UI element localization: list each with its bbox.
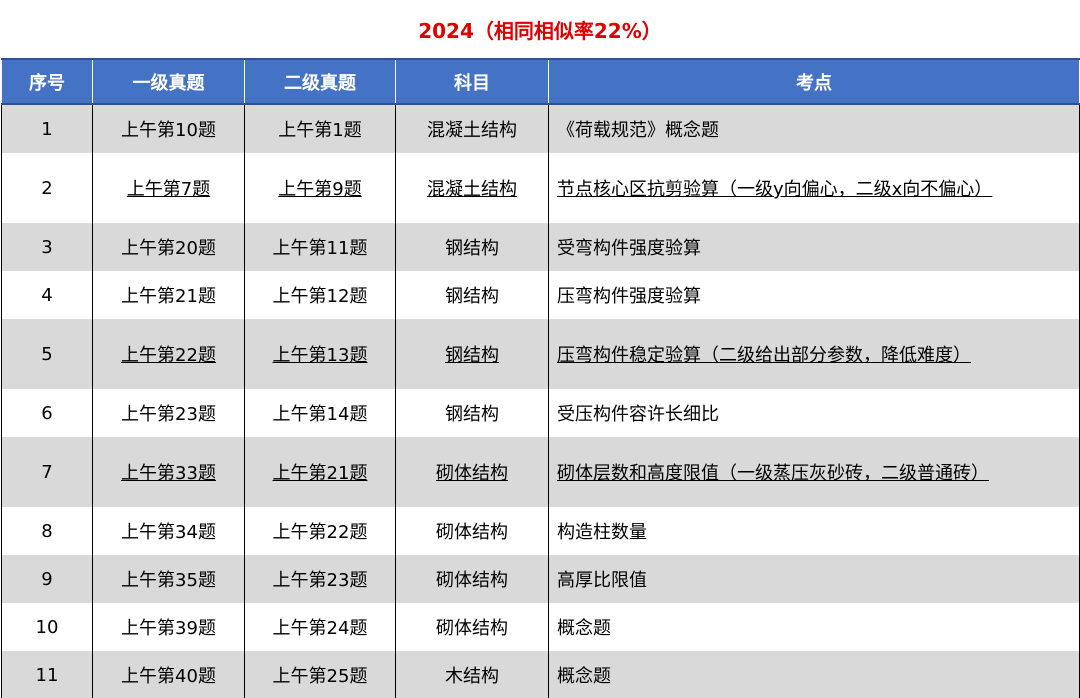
table-row: 11 上午第40题 上午第25题 木结构 概念题 <box>1 651 1080 698</box>
cell-level2: 上午第23题 <box>244 555 396 603</box>
cell-level2: 上午第24题 <box>244 603 396 651</box>
cell-level1: 上午第23题 <box>92 389 245 437</box>
cell-level2: 上午第13题 <box>244 319 396 389</box>
cell-no: 9 <box>1 555 93 603</box>
cell-no: 3 <box>1 223 93 271</box>
cell-no: 1 <box>1 104 93 153</box>
cell-point: 《荷载规范》概念题 <box>548 104 1080 153</box>
cell-no: 6 <box>1 389 93 437</box>
table-row: 7 上午第33题 上午第21题 砌体结构 砌体层数和高度限值（一级蒸压灰砂砖，二… <box>1 437 1080 507</box>
table-row: 8 上午第34题 上午第22题 砌体结构 构造柱数量 <box>1 507 1080 555</box>
cell-level2: 上午第22题 <box>244 507 396 555</box>
cell-no: 5 <box>1 319 93 389</box>
header-level2: 二级真题 <box>244 58 396 105</box>
cell-subject: 砌体结构 <box>395 437 549 507</box>
cell-point: 压弯构件稳定验算（二级给出部分参数，降低难度） <box>548 319 1080 389</box>
cell-level2: 上午第25题 <box>244 651 396 698</box>
cell-no: 2 <box>1 153 93 223</box>
table-row: 9 上午第35题 上午第23题 砌体结构 高厚比限值 <box>1 555 1080 603</box>
table-row: 10 上午第39题 上午第24题 砌体结构 概念题 <box>1 603 1080 651</box>
cell-no: 10 <box>1 603 93 651</box>
cell-subject: 木结构 <box>395 651 549 698</box>
header-level1: 一级真题 <box>92 58 245 105</box>
cell-no: 11 <box>1 651 93 698</box>
cell-level2: 上午第11题 <box>244 223 396 271</box>
header-point: 考点 <box>548 58 1080 105</box>
cell-level2: 上午第21题 <box>244 437 396 507</box>
cell-level1: 上午第40题 <box>92 651 245 698</box>
cell-subject: 混凝土结构 <box>395 104 549 153</box>
table-title: 2024（相同相似率22%） <box>418 19 662 43</box>
cell-point: 压弯构件强度验算 <box>548 271 1080 319</box>
cell-level1: 上午第7题 <box>92 153 245 223</box>
cell-level1: 上午第10题 <box>92 104 245 153</box>
cell-point: 概念题 <box>548 603 1080 651</box>
cell-level2: 上午第14题 <box>244 389 396 437</box>
cell-level2: 上午第9题 <box>244 153 396 223</box>
cell-point: 受压构件容许长细比 <box>548 389 1080 437</box>
table-row: 4 上午第21题 上午第12题 钢结构 压弯构件强度验算 <box>1 271 1080 319</box>
cell-level2: 上午第1题 <box>244 104 396 153</box>
table-row: 6 上午第23题 上午第14题 钢结构 受压构件容许长细比 <box>1 389 1080 437</box>
cell-subject: 钢结构 <box>395 319 549 389</box>
cell-point: 节点核心区抗剪验算（一级y向偏心，二级x向不偏心） <box>548 153 1080 223</box>
cell-subject: 砌体结构 <box>395 555 549 603</box>
cell-subject: 钢结构 <box>395 271 549 319</box>
cell-level1: 上午第22题 <box>92 319 245 389</box>
table-row: 5 上午第22题 上午第13题 钢结构 压弯构件稳定验算（二级给出部分参数，降低… <box>1 319 1080 389</box>
cell-subject: 钢结构 <box>395 389 549 437</box>
cell-subject: 砌体结构 <box>395 507 549 555</box>
comparison-table: 序号 一级真题 二级真题 科目 考点 1 上午第10题 上午第1题 混凝土结构 … <box>1 58 1080 698</box>
cell-point: 构造柱数量 <box>548 507 1080 555</box>
cell-level1: 上午第20题 <box>92 223 245 271</box>
header-row: 序号 一级真题 二级真题 科目 考点 <box>1 58 1080 105</box>
page: 2024（相同相似率22%） 序号 一级真题 二级真题 科目 考点 1 上午第1… <box>0 0 1080 698</box>
cell-point: 砌体层数和高度限值（一级蒸压灰砂砖，二级普通砖） <box>548 437 1080 507</box>
header-subject: 科目 <box>395 58 549 105</box>
cell-point: 高厚比限值 <box>548 555 1080 603</box>
table-row: 3 上午第20题 上午第11题 钢结构 受弯构件强度验算 <box>1 223 1080 271</box>
cell-level1: 上午第34题 <box>92 507 245 555</box>
table-row: 1 上午第10题 上午第1题 混凝土结构 《荷载规范》概念题 <box>1 104 1080 153</box>
cell-subject: 砌体结构 <box>395 603 549 651</box>
cell-level1: 上午第21题 <box>92 271 245 319</box>
cell-level2: 上午第12题 <box>244 271 396 319</box>
cell-level1: 上午第39题 <box>92 603 245 651</box>
cell-no: 4 <box>1 271 93 319</box>
cell-level1: 上午第35题 <box>92 555 245 603</box>
cell-level1: 上午第33题 <box>92 437 245 507</box>
cell-no: 8 <box>1 507 93 555</box>
cell-subject: 钢结构 <box>395 223 549 271</box>
table-row: 2 上午第7题 上午第9题 混凝土结构 节点核心区抗剪验算（一级y向偏心，二级x… <box>1 153 1080 223</box>
cell-subject: 混凝土结构 <box>395 153 549 223</box>
cell-point: 受弯构件强度验算 <box>548 223 1080 271</box>
header-no: 序号 <box>1 58 93 105</box>
cell-no: 7 <box>1 437 93 507</box>
cell-point: 概念题 <box>548 651 1080 698</box>
